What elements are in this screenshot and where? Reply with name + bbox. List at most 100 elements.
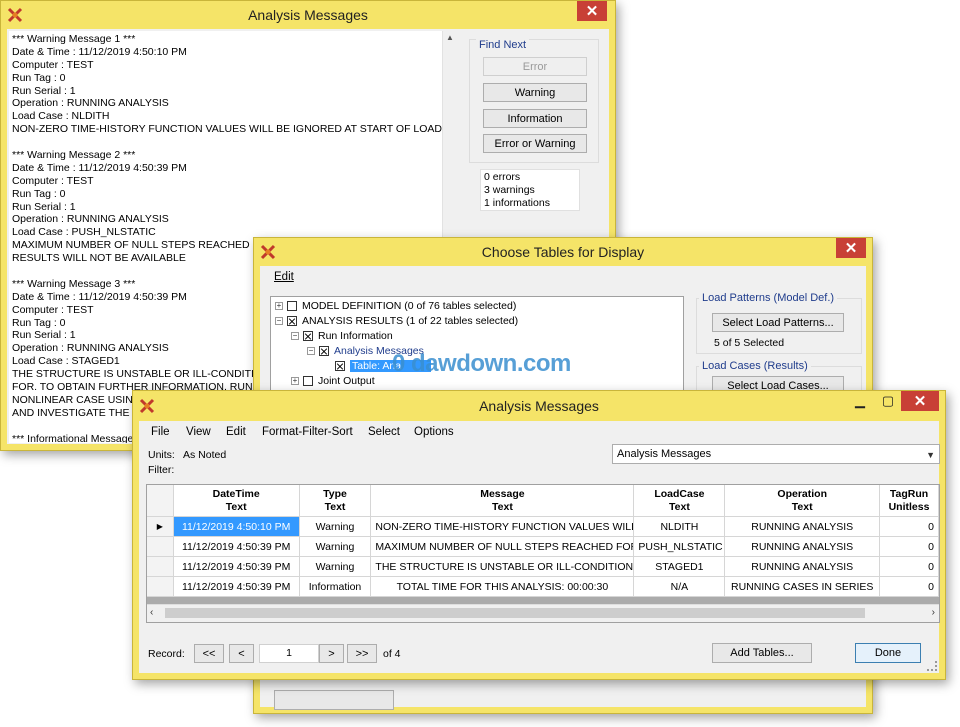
message-line: Run Serial : 1 [12, 200, 76, 213]
cell-loadcase[interactable]: N/A [633, 576, 726, 597]
table-row[interactable]: 11/12/2019 4:50:39 PM Warning MAXIMUM NUMB… [147, 536, 939, 557]
cell-message[interactable]: MAXIMUM NUMBER OF NULL STEPS REACHED FOR… [370, 536, 635, 557]
collapse-icon[interactable]: − [275, 317, 283, 325]
row-header[interactable] [147, 576, 174, 597]
scroll-up-icon[interactable]: ▲ [446, 33, 454, 42]
collapse-icon[interactable]: − [291, 332, 299, 340]
scroll-left-icon[interactable]: ‹ [150, 607, 153, 618]
last-record-button[interactable]: >> [347, 644, 377, 663]
menu-options[interactable]: Options [414, 426, 454, 438]
menu-format-filter-sort[interactable]: Format-Filter-Sort [262, 426, 353, 438]
find-warning-button[interactable]: Warning [483, 83, 587, 102]
record-number-input[interactable]: 1 [259, 644, 319, 663]
checkbox-checked[interactable] [303, 331, 313, 341]
checkbox-checked[interactable] [335, 361, 345, 371]
checkbox[interactable] [303, 376, 313, 386]
watermark-text: 0 dawdown.com [392, 350, 571, 377]
menu-edit[interactable]: Edit [226, 426, 246, 438]
cell-operation[interactable]: RUNNING ANALYSIS [724, 516, 881, 537]
cell-loadcase[interactable]: STAGED1 [633, 556, 726, 577]
checkbox-checked[interactable] [287, 316, 297, 326]
cell-tagrun[interactable]: 0 [879, 516, 939, 537]
chevron-down-icon[interactable]: ▼ [926, 450, 935, 460]
done-button[interactable]: Done [855, 643, 921, 663]
cell-type[interactable]: Warning [299, 516, 372, 537]
checkbox[interactable] [287, 301, 297, 311]
next-record-button[interactable]: > [319, 644, 344, 663]
find-error-or-warning-button[interactable]: Error or Warning [483, 134, 587, 153]
message-line: *** Warning Message 2 *** [12, 149, 136, 162]
title-bar[interactable]: Analysis Messages ▁ ▢ ✕ [133, 391, 945, 421]
row-header[interactable] [147, 556, 174, 577]
column-header-message[interactable]: Message Text [370, 485, 635, 517]
menu-edit[interactable]: Edit [274, 271, 294, 283]
tree-item-run-information[interactable]: − Run Information [291, 329, 393, 343]
expand-icon[interactable]: + [275, 302, 283, 310]
cell-message[interactable]: TOTAL TIME FOR THIS ANALYSIS: 00:00:30 [370, 576, 635, 597]
load-cases-label: Load Cases (Results) [699, 360, 811, 372]
cell-operation[interactable]: RUNNING ANALYSIS [724, 536, 881, 557]
column-header-tagrun[interactable]: TagRun Unitless [879, 485, 939, 517]
checkbox-checked[interactable] [319, 346, 329, 356]
cell-message[interactable]: THE STRUCTURE IS UNSTABLE OR ILL-CONDITI… [370, 556, 635, 577]
cell-loadcase[interactable]: NLDITH [633, 516, 726, 537]
cell-datetime[interactable]: 11/12/2019 4:50:10 PM [173, 516, 300, 537]
window-title: Choose Tables for Display [481, 244, 645, 260]
expand-icon[interactable]: + [291, 377, 299, 385]
title-bar[interactable]: Choose Tables for Display ✕ [254, 238, 872, 266]
find-error-button[interactable]: Error [483, 57, 587, 76]
minimize-button[interactable]: ▁ [847, 391, 873, 411]
close-button[interactable]: ✕ [901, 391, 939, 411]
column-header-type[interactable]: Type Text [299, 485, 372, 517]
title-bar[interactable]: Analysis Messages ✕ [1, 1, 615, 29]
grid-table: DateTime Text Type Text Message Text LoadCase T… [147, 485, 939, 597]
collapse-icon[interactable]: − [307, 347, 315, 355]
close-button[interactable]: ✕ [577, 1, 607, 21]
menu-view[interactable]: View [186, 426, 211, 438]
scroll-right-icon[interactable]: › [932, 607, 935, 618]
cell-type[interactable]: Information [299, 576, 372, 597]
add-tables-button[interactable]: Add Tables... [712, 643, 812, 663]
cell-type[interactable]: Warning [299, 556, 372, 577]
cell-datetime[interactable]: 11/12/2019 4:50:39 PM [173, 576, 300, 597]
tree-item-joint-output[interactable]: + Joint Output [291, 374, 375, 388]
close-button[interactable]: ✕ [836, 238, 866, 258]
cell-operation[interactable]: RUNNING ANALYSIS [724, 556, 881, 577]
table-tree[interactable]: + MODEL DEFINITION (0 of 76 tables select… [270, 296, 684, 396]
menu-select[interactable]: Select [368, 426, 400, 438]
table-row[interactable]: ▶ 11/12/2019 4:50:10 PM Warning NON-ZERO TI… [147, 516, 939, 537]
cell-operation[interactable]: RUNNING CASES IN SERIES [724, 576, 881, 597]
prev-record-button[interactable]: < [229, 644, 254, 663]
cell-type[interactable]: Warning [299, 536, 372, 557]
row-header[interactable] [147, 536, 174, 557]
column-header-operation[interactable]: Operation Text [724, 485, 881, 517]
cell-tagrun[interactable]: 0 [879, 536, 939, 557]
cell-message[interactable]: NON-ZERO TIME-HISTORY FUNCTION VALUES WI… [370, 516, 635, 537]
cell-datetime[interactable]: 11/12/2019 4:50:39 PM [173, 536, 300, 557]
select-load-patterns-button[interactable]: Select Load Patterns... [712, 313, 844, 332]
app-logo-icon [139, 398, 155, 414]
menu-file[interactable]: File [151, 426, 170, 438]
tree-item-model-definition[interactable]: + MODEL DEFINITION (0 of 76 tables select… [275, 299, 516, 313]
scroll-thumb[interactable] [165, 608, 865, 618]
horizontal-scrollbar[interactable]: ‹ › [147, 604, 939, 622]
table-select-dropdown[interactable]: Analysis Messages ▼ [612, 444, 940, 464]
column-header-loadcase[interactable]: LoadCase Text [633, 485, 726, 517]
hidden-bottom-button[interactable] [274, 690, 394, 710]
maximize-button[interactable]: ▢ [875, 391, 901, 411]
data-grid[interactable]: DateTime Text Type Text Message Text LoadCase T… [146, 484, 940, 623]
tree-item-analysis-results[interactable]: − ANALYSIS RESULTS (1 of 22 tables select… [275, 314, 518, 328]
find-information-button[interactable]: Information [483, 109, 587, 128]
current-row-indicator-icon[interactable]: ▶ [147, 516, 174, 537]
message-line: Load Case : NLDITH [12, 110, 110, 123]
table-row[interactable]: 11/12/2019 4:50:39 PM Information TOTAL TI… [147, 576, 939, 597]
resize-grip-icon[interactable] [927, 661, 937, 671]
cell-loadcase[interactable]: PUSH_NLSTATIC [633, 536, 726, 557]
column-header-datetime[interactable]: DateTime Text [173, 485, 300, 517]
cell-tagrun[interactable]: 0 [879, 556, 939, 577]
table-row[interactable]: 11/12/2019 4:50:39 PM Warning THE STRUCTUR… [147, 556, 939, 577]
cell-datetime[interactable]: 11/12/2019 4:50:39 PM [173, 556, 300, 577]
cell-tagrun[interactable]: 0 [879, 576, 939, 597]
first-record-button[interactable]: << [194, 644, 224, 663]
load-patterns-label: Load Patterns (Model Def.) [699, 292, 838, 304]
